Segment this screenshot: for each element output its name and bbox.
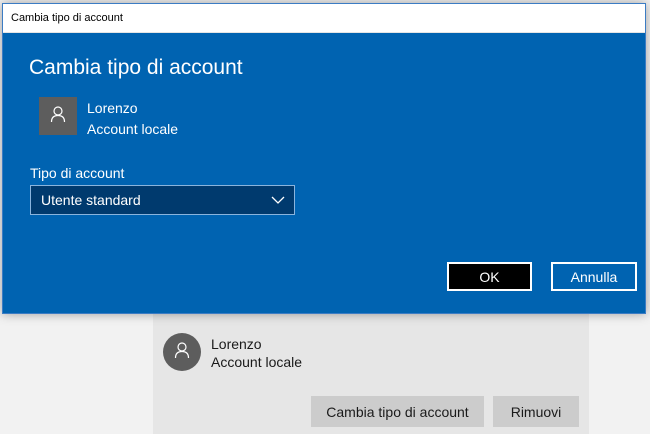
user-avatar: [39, 97, 77, 135]
account-type-selected-value: Utente standard: [41, 192, 141, 208]
person-icon: [174, 341, 190, 364]
window-titlebar[interactable]: Cambia tipo di account: [3, 4, 645, 33]
account-panel: Lorenzo Account locale Cambia tipo di ac…: [153, 314, 589, 434]
change-account-type-button[interactable]: Cambia tipo di account: [311, 396, 484, 427]
chevron-down-icon: [270, 192, 286, 208]
user-name: Lorenzo: [87, 100, 138, 116]
user-account-type: Account locale: [87, 121, 179, 137]
account-type-select[interactable]: Utente standard: [30, 185, 295, 215]
account-type-label: Tipo di account: [30, 165, 125, 181]
remove-account-button[interactable]: Rimuovi: [493, 396, 579, 427]
user-avatar: [163, 333, 201, 371]
person-icon: [50, 105, 66, 128]
user-name: Lorenzo: [211, 336, 262, 352]
window-title: Cambia tipo di account: [11, 12, 123, 24]
user-account-type: Account locale: [211, 354, 303, 370]
dialog-heading: Cambia tipo di account: [29, 56, 243, 79]
cancel-button[interactable]: Annulla: [551, 262, 637, 291]
change-account-type-dialog: Cambia tipo di account Cambia tipo di ac…: [2, 3, 646, 314]
ok-button[interactable]: OK: [447, 262, 532, 291]
